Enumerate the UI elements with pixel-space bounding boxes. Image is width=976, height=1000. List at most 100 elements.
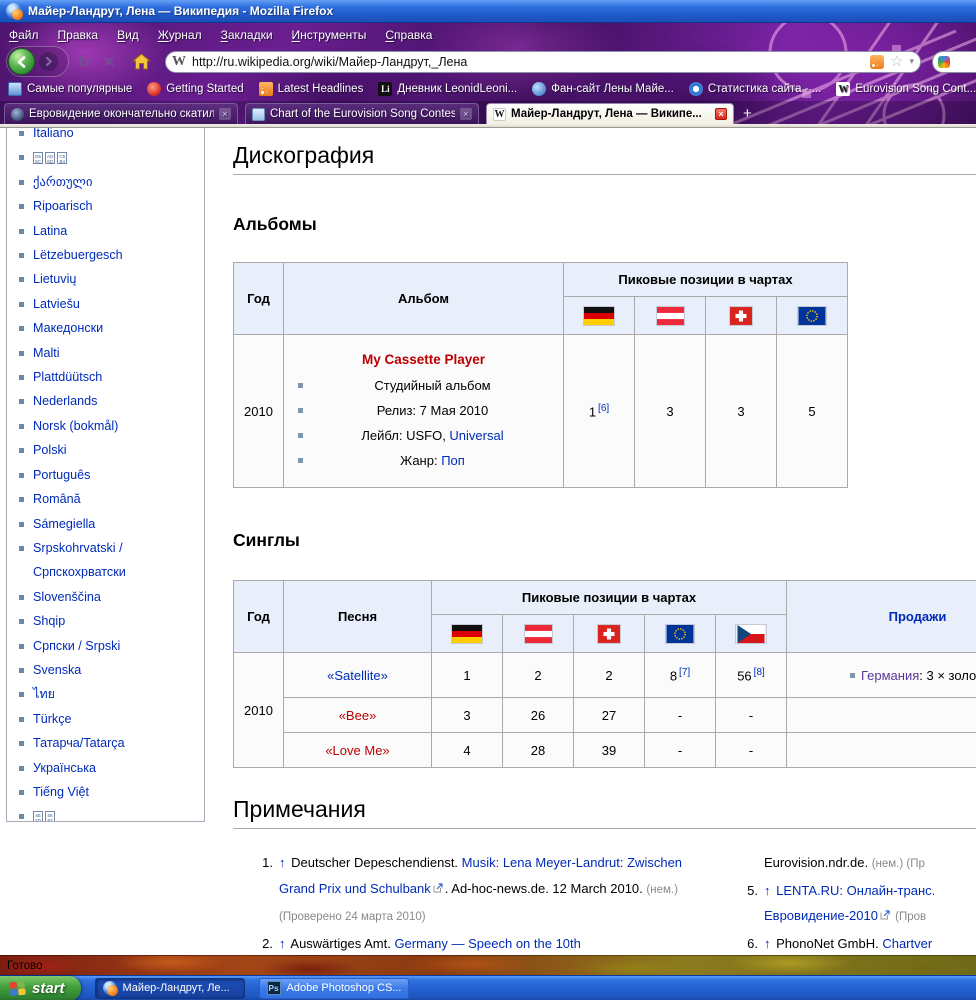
bookmark-item[interactable]: WEurovision Song Cont... bbox=[836, 82, 976, 96]
menu-item[interactable]: Справка bbox=[385, 28, 432, 42]
tab[interactable]: Chart of the Eurovision Song Contest 2..… bbox=[245, 103, 479, 124]
language-link[interactable]: ქართული bbox=[33, 175, 92, 189]
home-button[interactable] bbox=[130, 51, 152, 73]
url-text[interactable]: http://ru.wikipedia.org/wiki/Майер-Ландр… bbox=[192, 55, 864, 69]
language-link[interactable]: Tiếng Việt bbox=[33, 785, 89, 799]
genre-link[interactable]: Поп bbox=[441, 453, 465, 468]
album-title-link[interactable]: My Cassette Player bbox=[294, 352, 553, 367]
search-box-partial[interactable] bbox=[932, 51, 976, 73]
firefox-icon bbox=[6, 3, 22, 19]
menu-item[interactable]: Закладки bbox=[221, 28, 273, 42]
language-link[interactable]: Srpskohrvatski / Српскохрватски bbox=[33, 541, 126, 579]
song-link[interactable]: «Love Me» bbox=[325, 743, 389, 758]
bookmark-item[interactable]: LiДневник LeonidLeoni... bbox=[378, 82, 517, 96]
peak-value: 5 bbox=[808, 404, 815, 419]
tab[interactable]: WМайер-Ландрут, Лена — Википе...× bbox=[486, 103, 734, 124]
language-link[interactable]: Македонски bbox=[33, 321, 103, 335]
reference-link[interactable]: Germany — Speech on the 10th bbox=[394, 936, 580, 951]
language-link[interactable]: Українська bbox=[33, 761, 96, 775]
menu-item[interactable]: Журнал bbox=[158, 28, 202, 42]
germany-link[interactable]: Германия bbox=[861, 668, 919, 683]
reference-link[interactable]: Евровидение-2010 bbox=[764, 908, 878, 923]
backlink-arrow-icon[interactable]: ↑ bbox=[279, 936, 286, 951]
language-link[interactable]: Nederlands bbox=[33, 394, 97, 408]
backlink-arrow-icon[interactable]: ↑ bbox=[764, 936, 771, 951]
back-forward-group bbox=[6, 46, 69, 77]
flag-eu-icon bbox=[798, 307, 826, 325]
menu-item[interactable]: Правка bbox=[58, 28, 99, 42]
taskbar-task-button[interactable]: PsAdobe Photoshop CS... bbox=[259, 978, 409, 999]
start-button[interactable]: start bbox=[0, 976, 81, 1000]
bookmark-item[interactable]: Статистика сайта - ... bbox=[689, 82, 822, 96]
reload-button[interactable]: ↻ bbox=[74, 52, 94, 72]
singles-col-sales: Продажи bbox=[787, 581, 976, 653]
language-link[interactable]: Lëtzebuergesch bbox=[33, 248, 123, 262]
language-link[interactable]: Malti bbox=[33, 346, 60, 360]
fansite-icon bbox=[532, 82, 546, 96]
reference-text: Eurovision.ndr.de. bbox=[764, 855, 872, 870]
bookmark-star-icon[interactable]: ☆ bbox=[890, 54, 903, 69]
peak-cell: 2 bbox=[574, 653, 645, 698]
bookmark-item[interactable]: Getting Started bbox=[147, 82, 243, 96]
language-link[interactable]: Latina bbox=[33, 224, 67, 238]
url-dropdown-icon[interactable]: ▾ bbox=[909, 56, 914, 67]
language-link[interactable]: Shqip bbox=[33, 614, 65, 628]
bookmark-item[interactable]: Самые популярные bbox=[8, 82, 132, 96]
language-sidebar: ItalianoD55CAD6DC5B4ქართულიRipoarischLat… bbox=[6, 127, 205, 822]
language-link[interactable]: Plattdüütsch bbox=[33, 370, 102, 384]
bookmark-item[interactable]: Latest Headlines bbox=[259, 82, 364, 96]
stop-button[interactable]: ✕ bbox=[99, 52, 119, 72]
language-link[interactable]: Polski bbox=[33, 443, 67, 457]
language-link[interactable]: Српски / Srpski bbox=[33, 639, 120, 653]
reference-link[interactable]: Chartver bbox=[882, 936, 932, 951]
forward-button[interactable] bbox=[39, 52, 58, 71]
peak-value: - bbox=[678, 708, 682, 723]
sidebar-language-item: ไทย bbox=[13, 682, 193, 706]
language-link[interactable]: Татарча/Tatarça bbox=[33, 736, 125, 750]
new-tab-button[interactable]: + bbox=[741, 105, 758, 124]
tab-close-button[interactable]: × bbox=[219, 108, 231, 120]
sales-header-link[interactable]: Продажи bbox=[889, 609, 947, 624]
language-link[interactable]: Sámegiella bbox=[33, 517, 95, 531]
language-link[interactable]: Türkçe bbox=[33, 712, 72, 726]
tab-close-button[interactable]: × bbox=[715, 108, 727, 120]
language-link[interactable]: ไทย bbox=[33, 687, 55, 701]
language-link[interactable]: Português bbox=[33, 468, 90, 482]
footnote-link[interactable]: [8] bbox=[754, 667, 765, 678]
rss-icon[interactable] bbox=[870, 55, 884, 69]
tab[interactable]: Евровидение окончательно скатило...× bbox=[4, 103, 238, 124]
peak-value: - bbox=[678, 743, 682, 758]
footnote-link[interactable]: [7] bbox=[679, 667, 690, 678]
peak-cell: 8[7] bbox=[645, 653, 716, 698]
label-link[interactable]: Universal bbox=[449, 428, 503, 443]
reference-link[interactable]: LENTA.RU: Онлайн-транс. bbox=[773, 883, 936, 898]
backlink-arrow-icon[interactable]: ↑ bbox=[279, 855, 286, 870]
language-link[interactable]: Latviešu bbox=[33, 297, 80, 311]
taskbar: start Майер-Ландрут, Ле... PsAdobe Photos… bbox=[0, 975, 976, 1000]
menu-item[interactable]: Инструменты bbox=[292, 28, 367, 42]
tab-close-button[interactable]: × bbox=[460, 108, 472, 120]
language-link[interactable]: Lietuvių bbox=[33, 272, 76, 286]
bookmark-item[interactable]: Фан-сайт Лены Майе... bbox=[532, 82, 674, 96]
song-link[interactable]: «Bee» bbox=[339, 708, 377, 723]
language-link[interactable]: Română bbox=[33, 492, 81, 506]
language-link[interactable]: Norsk (bokmål) bbox=[33, 419, 118, 433]
peak-cell: 1 bbox=[432, 653, 503, 698]
sidebar-language-item: Română bbox=[13, 487, 193, 511]
footnote-link[interactable]: [6] bbox=[598, 403, 609, 414]
song-link[interactable]: «Satellite» bbox=[327, 668, 388, 683]
language-link[interactable]: Slovenščina bbox=[33, 590, 101, 604]
language-link[interactable]: Italiano bbox=[33, 127, 74, 140]
flag-czech-icon bbox=[736, 625, 766, 643]
menu-item[interactable]: Вид bbox=[117, 28, 139, 42]
bookmark-label: Статистика сайта - ... bbox=[708, 83, 822, 95]
singles-year-cell: 2010 bbox=[234, 653, 284, 768]
url-bar[interactable]: W http://ru.wikipedia.org/wiki/Майер-Лан… bbox=[165, 51, 921, 73]
back-button[interactable] bbox=[8, 48, 35, 75]
backlink-arrow-icon[interactable]: ↑ bbox=[764, 883, 771, 898]
language-link[interactable]: Svenska bbox=[33, 663, 81, 677]
browser-chrome: Файл Правка Вид Журнал Закладки Инструменты Сп… bbox=[0, 23, 976, 127]
taskbar-task-button[interactable]: Майер-Ландрут, Ле... bbox=[95, 978, 245, 999]
menu-item[interactable]: Файл bbox=[9, 28, 39, 42]
language-link[interactable]: Ripoarisch bbox=[33, 199, 93, 213]
